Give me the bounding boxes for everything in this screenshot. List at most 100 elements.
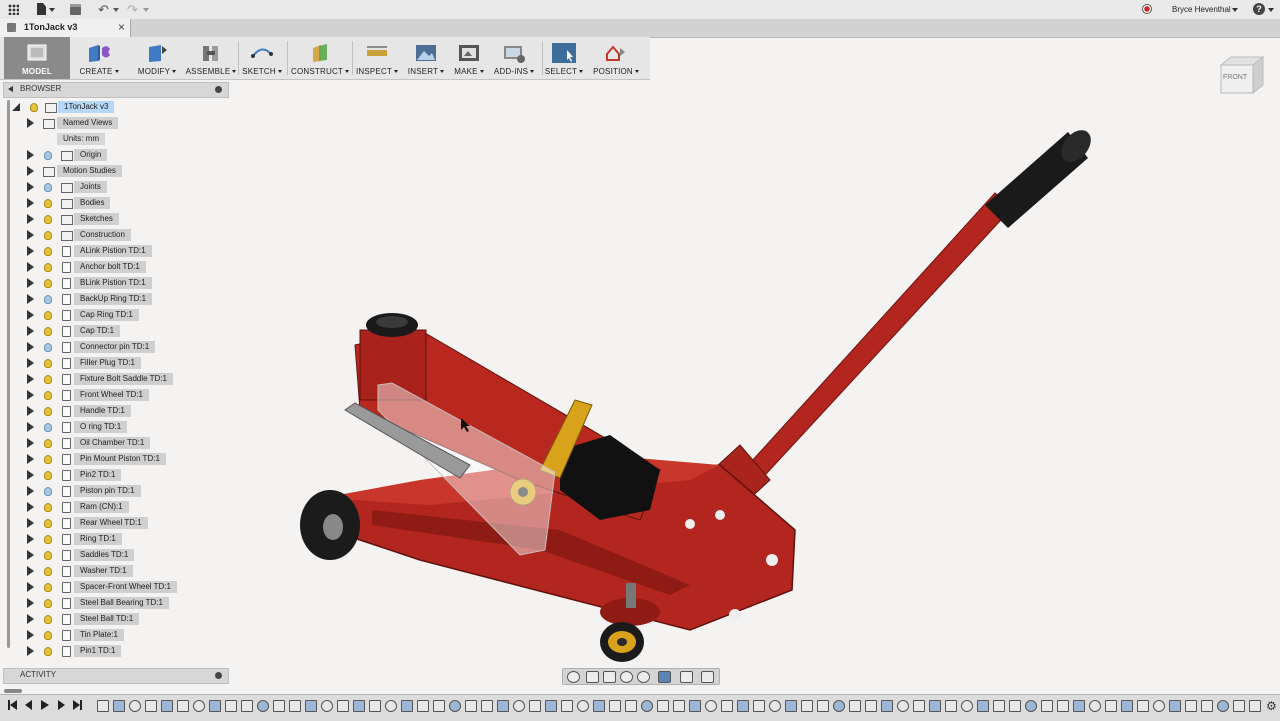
tree-expand-icon[interactable] bbox=[27, 630, 34, 640]
pan-hand-icon[interactable] bbox=[603, 671, 616, 683]
tree-expand-icon[interactable] bbox=[27, 550, 34, 560]
timeline-feature-icon[interactable] bbox=[1121, 700, 1133, 712]
user-menu-chevron-icon[interactable] bbox=[1232, 8, 1238, 12]
tree-item-label[interactable]: Origin bbox=[74, 149, 108, 161]
model-viewport[interactable] bbox=[230, 80, 1280, 665]
timeline-feature-icon[interactable] bbox=[1073, 700, 1085, 712]
tree-item[interactable]: Saddles TD:1 bbox=[0, 548, 230, 562]
timeline-feature-icon[interactable] bbox=[449, 700, 461, 712]
visibility-bulb-icon[interactable] bbox=[44, 183, 52, 192]
tree-root[interactable]: 1TonJack v3 bbox=[0, 100, 230, 114]
tree-expand-icon[interactable] bbox=[27, 198, 34, 208]
file-menu-icon[interactable] bbox=[37, 3, 46, 15]
tree-expand-icon[interactable] bbox=[27, 342, 34, 352]
construct-menu-button[interactable]: CONSTRUCT bbox=[291, 37, 350, 79]
tree-item-label[interactable]: Handle TD:1 bbox=[74, 405, 131, 417]
tree-item-label[interactable]: Front Wheel TD:1 bbox=[74, 389, 149, 401]
tree-item[interactable]: Ring TD:1 bbox=[0, 532, 230, 546]
tree-item-label[interactable]: Steel Ball Bearing TD:1 bbox=[74, 597, 170, 609]
tree-item[interactable]: Ram (CN):1 bbox=[0, 500, 230, 514]
visibility-bulb-icon[interactable] bbox=[44, 423, 52, 432]
tree-item-label[interactable]: Spacer-Front Wheel TD:1 bbox=[74, 581, 177, 593]
visibility-bulb-icon[interactable] bbox=[44, 631, 52, 640]
tree-expand-icon[interactable] bbox=[27, 438, 34, 448]
tree-item-label[interactable]: Cap Ring TD:1 bbox=[74, 309, 139, 321]
forward-to-end-arrow-icon[interactable] bbox=[73, 700, 80, 710]
tree-item-label[interactable]: Ring TD:1 bbox=[74, 533, 122, 545]
tree-item[interactable]: Washer TD:1 bbox=[0, 564, 230, 578]
timeline-feature-icon[interactable] bbox=[577, 700, 589, 712]
tree-item[interactable]: Filler Plug TD:1 bbox=[0, 356, 230, 370]
tree-item[interactable]: ALink Pistion TD:1 bbox=[0, 244, 230, 258]
timeline-feature-icon[interactable] bbox=[1169, 700, 1181, 712]
timeline-feature-icon[interactable] bbox=[417, 700, 429, 712]
tree-expand-icon[interactable] bbox=[27, 486, 34, 496]
timeline-feature-icon[interactable] bbox=[241, 700, 253, 712]
tree-item[interactable]: Units: mm bbox=[0, 132, 230, 146]
timeline-feature-icon[interactable] bbox=[833, 700, 845, 712]
visibility-bulb-icon[interactable] bbox=[44, 247, 52, 256]
timeline-feature-icon[interactable] bbox=[305, 700, 317, 712]
browser-collapse-icon[interactable] bbox=[8, 86, 13, 92]
tree-expand-icon[interactable] bbox=[27, 470, 34, 480]
tree-expand-icon[interactable] bbox=[27, 422, 34, 432]
visibility-bulb-icon[interactable] bbox=[30, 103, 38, 112]
visibility-bulb-icon[interactable] bbox=[44, 279, 52, 288]
timeline-feature-icon[interactable] bbox=[385, 700, 397, 712]
browser-options-icon[interactable] bbox=[215, 86, 222, 93]
tree-expand-icon[interactable] bbox=[27, 374, 34, 384]
tree-item-label[interactable]: Connector pin TD:1 bbox=[74, 341, 156, 353]
sketch-menu-button[interactable]: SKETCH bbox=[242, 37, 282, 79]
visibility-bulb-icon[interactable] bbox=[44, 583, 52, 592]
timeline-feature-icon[interactable] bbox=[1185, 700, 1197, 712]
app-grid-icon[interactable] bbox=[8, 4, 19, 15]
tree-item[interactable]: Sketches bbox=[0, 212, 230, 226]
timeline-feature-icon[interactable] bbox=[1009, 700, 1021, 712]
visibility-bulb-icon[interactable] bbox=[44, 231, 52, 240]
visibility-bulb-icon[interactable] bbox=[44, 343, 52, 352]
timeline-feature-icon[interactable] bbox=[897, 700, 909, 712]
timeline-feature-icon[interactable] bbox=[273, 700, 285, 712]
visibility-bulb-icon[interactable] bbox=[44, 647, 52, 656]
grid-settings-icon[interactable] bbox=[680, 671, 693, 683]
tree-item-label[interactable]: Oil Chamber TD:1 bbox=[74, 437, 151, 449]
tree-item[interactable]: Cap TD:1 bbox=[0, 324, 230, 338]
timeline-feature-icon[interactable] bbox=[1153, 700, 1165, 712]
tree-item[interactable]: Oil Chamber TD:1 bbox=[0, 436, 230, 450]
tree-item[interactable]: Anchor bolt TD:1 bbox=[0, 260, 230, 274]
tree-item-label[interactable]: BLink Pistion TD:1 bbox=[74, 277, 152, 289]
timeline-feature-icon[interactable] bbox=[193, 700, 205, 712]
visibility-bulb-icon[interactable] bbox=[44, 455, 52, 464]
user-name[interactable]: Bryce Heventhal bbox=[1172, 5, 1231, 14]
tree-expand-icon[interactable] bbox=[27, 454, 34, 464]
timeline-feature-icon[interactable] bbox=[1217, 700, 1229, 712]
timeline-feature-icon[interactable] bbox=[289, 700, 301, 712]
timeline-feature-icon[interactable] bbox=[225, 700, 237, 712]
timeline-feature-icon[interactable] bbox=[97, 700, 109, 712]
visibility-bulb-icon[interactable] bbox=[44, 263, 52, 272]
tree-expand-icon[interactable] bbox=[27, 598, 34, 608]
visibility-bulb-icon[interactable] bbox=[44, 311, 52, 320]
tree-root-label[interactable]: 1TonJack v3 bbox=[58, 101, 115, 113]
fit-view-icon[interactable] bbox=[637, 671, 650, 683]
tree-item-label[interactable]: Ram (CN):1 bbox=[74, 501, 129, 513]
tree-expand-icon[interactable] bbox=[27, 294, 34, 304]
visibility-bulb-icon[interactable] bbox=[44, 503, 52, 512]
timeline-feature-icon[interactable] bbox=[161, 700, 173, 712]
tree-item[interactable]: Motion Studies bbox=[0, 164, 230, 178]
timeline-feature-icon[interactable] bbox=[609, 700, 621, 712]
tree-item[interactable]: BackUp Ring TD:1 bbox=[0, 292, 230, 306]
tree-expand-icon[interactable] bbox=[27, 534, 34, 544]
position-menu-button[interactable]: POSITION bbox=[592, 37, 640, 79]
tree-item-label[interactable]: Filler Plug TD:1 bbox=[74, 357, 141, 369]
timeline-feature-icon[interactable] bbox=[353, 700, 365, 712]
timeline-feature-icon[interactable] bbox=[513, 700, 525, 712]
look-at-icon[interactable] bbox=[586, 671, 599, 683]
timeline-feature-icon[interactable] bbox=[593, 700, 605, 712]
tree-item[interactable]: Named Views bbox=[0, 116, 230, 130]
visibility-bulb-icon[interactable] bbox=[44, 359, 52, 368]
timeline-feature-icon[interactable] bbox=[865, 700, 877, 712]
tree-item[interactable]: Steel Ball Bearing TD:1 bbox=[0, 596, 230, 610]
tree-item-label[interactable]: Steel Ball TD:1 bbox=[74, 613, 140, 625]
timeline-feature-icon[interactable] bbox=[1201, 700, 1213, 712]
